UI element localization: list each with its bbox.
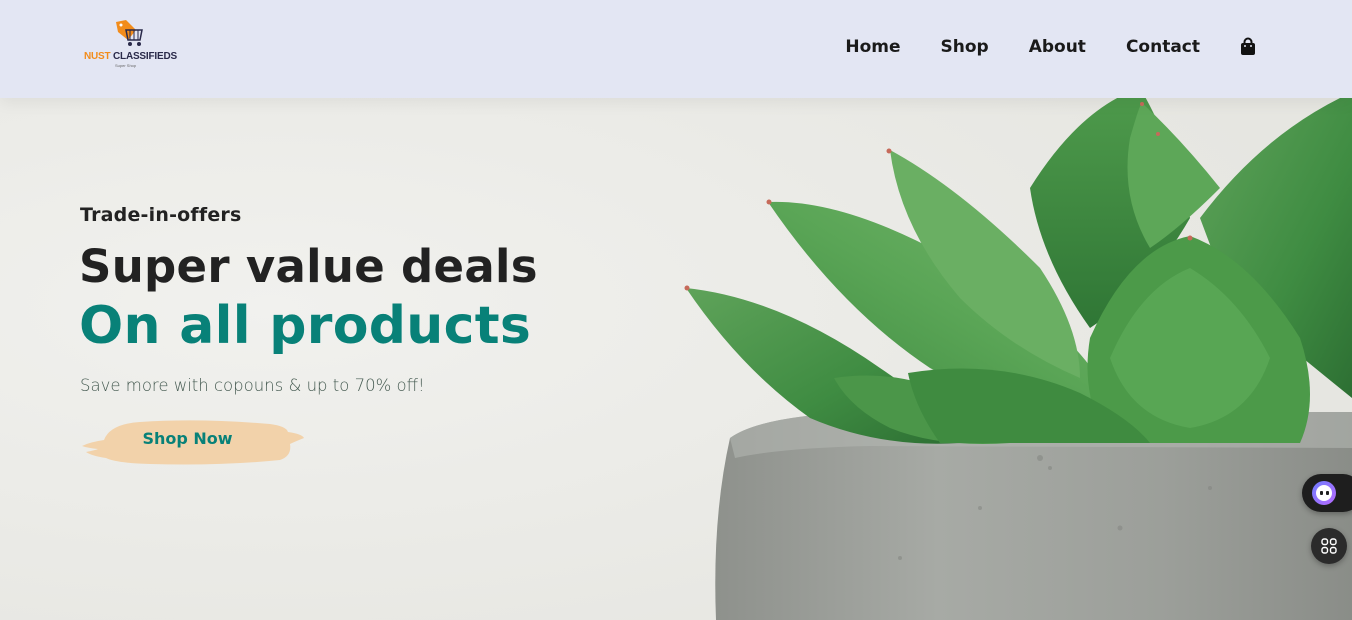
hero-section xyxy=(0,98,1352,620)
logo-wordmark: NUST CLASSIFIEDS xyxy=(84,51,177,62)
hero-subtext: Save more with copouns & up to 70% off! xyxy=(80,376,425,395)
cart-tag-icon xyxy=(116,20,143,46)
logo-tagline: Super Shop xyxy=(115,63,137,68)
main-nav: Home Shop About Contact xyxy=(845,34,1256,60)
logo[interactable]: NUST CLASSIFIEDS Super Shop xyxy=(84,18,184,72)
logo-word-nust: NUST xyxy=(84,51,111,62)
hero-highlight: On all products xyxy=(79,296,532,356)
nav-about[interactable]: About xyxy=(1029,34,1086,60)
nav-contact[interactable]: Contact xyxy=(1126,34,1200,60)
hero-kicker: Trade-in-offers xyxy=(80,204,242,226)
apps-widget-button[interactable] xyxy=(1311,528,1347,564)
assistant-bot-eye-left xyxy=(1320,491,1323,495)
succulent-in-concrete-pot xyxy=(0,98,1352,620)
assistant-bot-face xyxy=(1316,485,1332,501)
grid-apps-icon xyxy=(1321,538,1337,554)
shopping-bag-icon[interactable] xyxy=(1240,37,1256,57)
shop-now-button[interactable]: Shop Now xyxy=(80,416,310,468)
site-header: NUST CLASSIFIEDS Super Shop Home Shop Ab… xyxy=(0,0,1352,98)
hero-headline: Super value deals xyxy=(79,240,538,293)
assistant-widget-button[interactable] xyxy=(1302,474,1352,512)
nav-home[interactable]: Home xyxy=(845,34,900,60)
logo-word-classifieds: CLASSIFIEDS xyxy=(113,51,177,62)
assistant-bot-eye-right xyxy=(1326,491,1329,495)
nav-shop[interactable]: Shop xyxy=(941,34,989,60)
shop-now-label: Shop Now xyxy=(142,429,233,448)
